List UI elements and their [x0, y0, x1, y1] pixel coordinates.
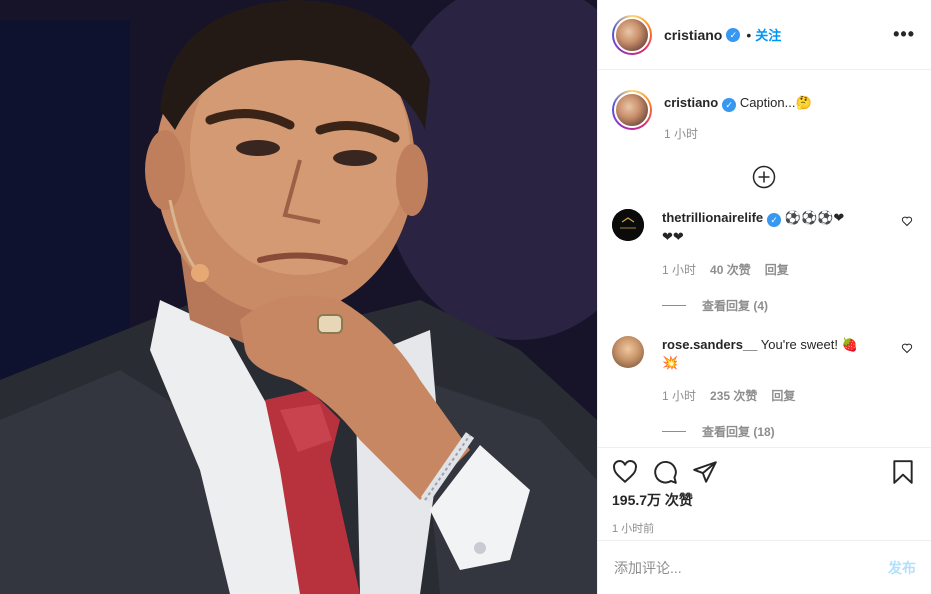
post-comment-button[interactable]: 发布: [888, 558, 916, 578]
caption-emoji: 🤔: [795, 96, 812, 111]
plus-circle-icon[interactable]: [752, 165, 776, 189]
add-comment-bar: 发布: [598, 540, 931, 594]
photo-illustration: [0, 0, 597, 594]
commenter-avatar[interactable]: [612, 336, 644, 368]
view-replies-label: 查看回复 (4): [702, 299, 769, 313]
comment-bubble-icon[interactable]: [652, 459, 678, 485]
replies-divider: [662, 305, 686, 306]
comment-body: thetrillionairelife ✓ ⚽⚽⚽❤ ❤❤ 1 小时 40 次赞 …: [662, 209, 915, 279]
action-icons: [612, 448, 916, 496]
post-timestamp: 1 小时前: [612, 523, 655, 535]
comment-item: rose.sanders__ You're sweet! 🍓 💥 1 小时 23…: [612, 336, 915, 405]
paper-plane-icon[interactable]: [692, 459, 718, 485]
post-photo[interactable]: [0, 0, 597, 594]
caption-avatar[interactable]: [612, 90, 652, 130]
post-details-pane: cristiano ✓ • 关注 ••• cristiano ✓ Caption.…: [597, 0, 931, 594]
caption-meta: 1 小时: [664, 125, 915, 143]
header-separator: •: [746, 26, 752, 43]
comment-text: ⚽⚽⚽❤: [784, 211, 845, 226]
verified-badge-icon: ✓: [722, 98, 737, 112]
author-avatar[interactable]: [612, 14, 652, 55]
comment-text: You're sweet! 🍓: [760, 337, 858, 352]
comment-text-line2: 💥: [662, 356, 679, 371]
commenter-avatar[interactable]: [612, 209, 644, 241]
author-username[interactable]: cristiano: [664, 27, 722, 43]
comment-body: rose.sanders__ You're sweet! 🍓 💥 1 小时 23…: [662, 336, 915, 405]
verified-badge-icon: ✓: [726, 27, 741, 42]
comment-like-heart-icon[interactable]: [901, 342, 913, 354]
caption-time: 1 小时: [664, 127, 699, 141]
heart-icon[interactable]: [612, 459, 638, 485]
view-replies-button[interactable]: 查看回复 (4): [662, 297, 915, 314]
comments-list[interactable]: cristiano ✓ Caption...🤔 1 小时 thetrilliona…: [598, 70, 931, 447]
view-replies-label: 查看回复 (18): [702, 425, 775, 439]
comment-text-line2: ❤❤: [662, 230, 684, 245]
caption: cristiano ✓ Caption...🤔 1 小时: [612, 70, 915, 143]
comment-username[interactable]: rose.sanders__: [662, 337, 757, 352]
comment-meta: 1 小时 235 次赞 回复: [662, 387, 915, 405]
bookmark-icon[interactable]: [890, 459, 916, 485]
comment-item: thetrillionairelife ✓ ⚽⚽⚽❤ ❤❤ 1 小时 40 次赞 …: [612, 209, 915, 279]
load-more-comments[interactable]: [612, 165, 915, 189]
post-header: cristiano ✓ • 关注 •••: [598, 0, 931, 70]
follow-button[interactable]: 关注: [755, 25, 781, 44]
comment-likes[interactable]: 235 次赞: [710, 387, 757, 405]
comment-likes[interactable]: 40 次赞: [710, 261, 751, 279]
comment-meta: 1 小时 40 次赞 回复: [662, 261, 915, 279]
comment-time: 1 小时: [662, 389, 697, 403]
caption-username[interactable]: cristiano: [664, 95, 718, 110]
more-options-icon[interactable]: •••: [893, 24, 915, 45]
post-like-count[interactable]: 195.7万 次赞: [612, 490, 916, 510]
caption-body: cristiano ✓ Caption...🤔 1 小时: [664, 90, 915, 143]
post-actions: 195.7万 次赞 1 小时前: [598, 447, 931, 540]
comment-username[interactable]: thetrillionairelife: [662, 210, 763, 225]
reply-button[interactable]: 回复: [765, 261, 789, 279]
verified-badge-icon: ✓: [767, 213, 782, 227]
reply-button[interactable]: 回复: [771, 387, 795, 405]
view-replies-button[interactable]: 查看回复 (18): [662, 423, 915, 440]
replies-divider: [662, 431, 686, 432]
comment-input[interactable]: [614, 559, 888, 576]
comment-like-heart-icon[interactable]: [901, 215, 913, 227]
caption-text: Caption...: [739, 95, 796, 110]
comment-time: 1 小时: [662, 263, 697, 277]
